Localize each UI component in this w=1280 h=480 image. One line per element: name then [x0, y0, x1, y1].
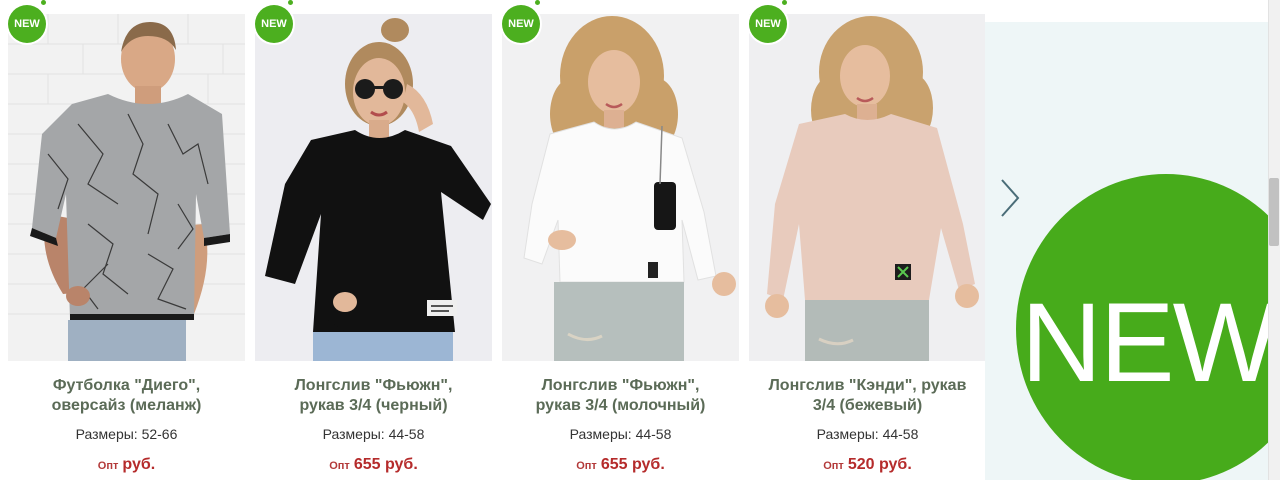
product-title-line: Футболка "Диего",	[52, 377, 201, 394]
price-label: Опт	[97, 460, 119, 472]
product-price: Опт 520 руб.	[749, 456, 986, 474]
badge-dot	[782, 0, 787, 5]
badge-dot	[41, 0, 46, 5]
price-value: 655 руб.	[600, 456, 665, 473]
price-label: Опт	[576, 460, 597, 472]
product-image	[749, 14, 986, 361]
price-value: 520 руб.	[847, 456, 912, 473]
new-badge: NEW	[255, 5, 293, 43]
product-title-line: рукав 3/4 (молочный)	[535, 397, 706, 414]
price-label: Опт	[823, 460, 844, 472]
product-title-line: Лонгслив "Фьюжн",	[541, 377, 700, 394]
scrollbar-thumb[interactable]	[1269, 178, 1279, 246]
product-title-line: Лонгслив "Фьюжн",	[294, 377, 453, 394]
new-badge: NEW	[502, 5, 540, 43]
product-title-line: рукав 3/4 (черный)	[299, 397, 448, 414]
product-title[interactable]: Футболка "Диего", оверсайз (меланж)	[8, 376, 245, 416]
product-title[interactable]: Лонгслив "Фьюжн", рукав 3/4 (черный)	[255, 376, 492, 416]
price-value: руб.	[122, 456, 156, 473]
product-sizes: Размеры: 44-58	[569, 426, 672, 442]
product-photo[interactable]	[255, 14, 492, 361]
badge-dot	[288, 0, 293, 5]
promo-new-text: NEW	[1021, 280, 1268, 405]
new-badge: NEW	[8, 5, 46, 43]
product-price: Опт руб.	[8, 456, 245, 474]
product-image	[8, 14, 245, 361]
product-card[interactable]: NEW Лонгслив "Фьюжн", рукав 3/4 (молочны…	[502, 0, 739, 480]
product-title-line: оверсайз (меланж)	[51, 397, 202, 414]
product-price: Опт 655 руб.	[502, 456, 739, 474]
product-sizes: Размеры: 44-58	[322, 426, 425, 442]
product-title-line: Лонгслив "Кэнди", рукав	[768, 377, 967, 394]
product-card[interactable]: NEW Лонгслив "Кэнди", рукав 3/4 (бежевый…	[749, 0, 986, 480]
product-photo[interactable]	[749, 14, 986, 361]
product-photo[interactable]	[502, 14, 739, 361]
product-card[interactable]: NEW Футболка "Диего", оверсайз (меланж) …	[8, 0, 245, 480]
page-scrollbar[interactable]	[1268, 0, 1280, 480]
chevron-right-icon	[1001, 179, 1020, 217]
new-badge: NEW	[749, 5, 787, 43]
product-image	[255, 14, 492, 361]
product-carousel: NEW Футболка "Диего", оверсайз (меланж) …	[0, 0, 986, 480]
new-arrivals-banner[interactable]: NEW	[985, 22, 1268, 480]
carousel-next-button[interactable]	[996, 178, 1026, 218]
product-title[interactable]: Лонгслив "Кэнди", рукав 3/4 (бежевый)	[749, 376, 986, 416]
product-title-line: 3/4 (бежевый)	[812, 397, 923, 414]
product-sizes: Размеры: 44-58	[816, 426, 919, 442]
product-image	[502, 14, 739, 361]
product-card[interactable]: NEW Лонгслив "Фьюжн", рукав 3/4 (черный)…	[255, 0, 492, 480]
product-sizes: Размеры: 52-66	[75, 426, 178, 442]
price-value: 655 руб.	[353, 456, 418, 473]
price-label: Опт	[329, 460, 350, 472]
promo-top-strip	[985, 0, 1268, 22]
product-title[interactable]: Лонгслив "Фьюжн", рукав 3/4 (молочный)	[502, 376, 739, 416]
product-price: Опт 655 руб.	[255, 456, 492, 474]
badge-dot	[535, 0, 540, 5]
product-photo[interactable]	[8, 14, 245, 361]
